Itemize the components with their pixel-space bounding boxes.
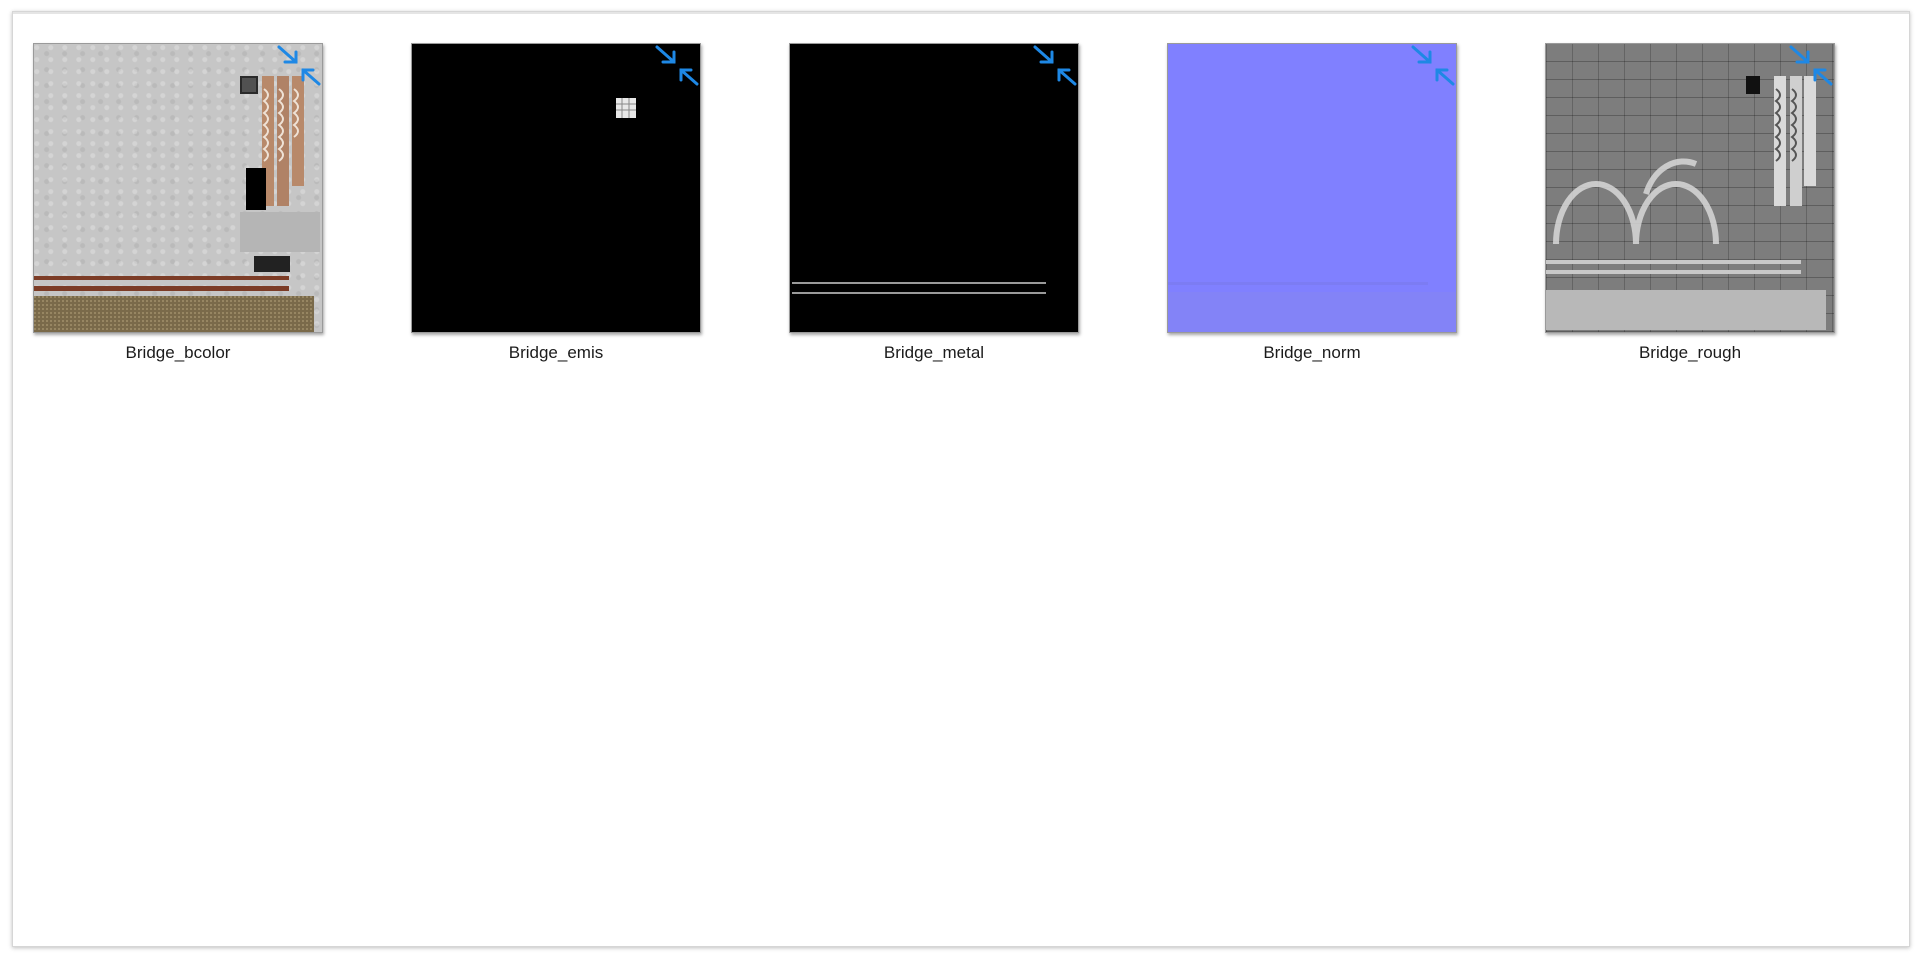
file-item-bridge-metal[interactable]: Bridge_metal [789, 31, 1079, 362]
file-name-label: Bridge_norm [1263, 343, 1361, 362]
file-name-label: Bridge_metal [883, 343, 985, 362]
compress-arrows-icon [1789, 45, 1833, 86]
file-name-label: Bridge_bcolor [125, 343, 231, 362]
file-item-bridge-rough[interactable]: Bridge_rough [1545, 31, 1835, 362]
file-item-bridge-emis[interactable]: Bridge_emis [411, 31, 701, 362]
thumbnail-bridge-norm [1167, 43, 1457, 333]
window-top-edge [13, 12, 1909, 14]
compress-arrows-icon [655, 45, 699, 86]
thumbnail-bridge-bcolor [33, 43, 323, 333]
compress-arrows-icon [277, 45, 321, 86]
file-item-bridge-bcolor[interactable]: Bridge_bcolor [33, 31, 323, 362]
thumbnail-bridge-rough [1545, 43, 1835, 333]
file-name-label: Bridge_rough [1638, 343, 1742, 362]
file-item-bridge-norm[interactable]: Bridge_norm [1167, 31, 1457, 362]
thumbnail-bridge-emis [411, 43, 701, 333]
file-name-label: Bridge_emis [508, 343, 604, 362]
compress-arrows-icon [1411, 45, 1455, 86]
compress-arrows-icon [1033, 45, 1077, 86]
file-explorer-window: Bridge_bcolor Bridge_emis Bridge_metal B… [12, 11, 1910, 947]
thumbnail-grid: Bridge_bcolor Bridge_emis Bridge_metal B… [33, 31, 1893, 362]
thumbnail-bridge-metal [789, 43, 1079, 333]
